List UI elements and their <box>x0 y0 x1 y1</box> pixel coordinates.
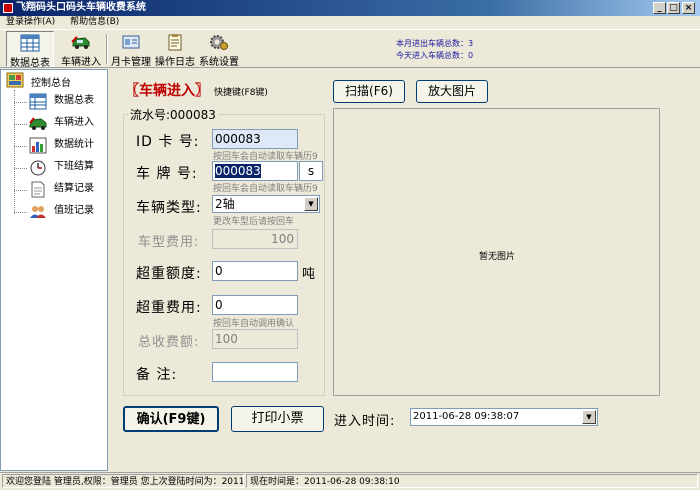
toolbar-separator <box>106 34 108 64</box>
overweight-input[interactable]: 0 <box>212 261 298 281</box>
sidebar-root[interactable]: 控制总台 <box>3 71 107 91</box>
serial-number: 流水号:000083 <box>128 106 218 123</box>
plate-value: 000083 <box>215 164 261 178</box>
sidebar-item-label: 数据统计 <box>54 139 94 150</box>
no-image-text: 暂无图片 <box>479 252 516 262</box>
toolbar-vehicle-enter-button[interactable]: 车辆进入 <box>58 31 104 68</box>
maximize-button[interactable]: □ <box>667 2 680 14</box>
sidebar-item-duty-records[interactable]: 值班记录 <box>1 201 107 223</box>
status-bar: 欢迎您登陆 管理员,权限：管理员 您上次登陆时间为：2011-06-28 现在时… <box>0 472 700 488</box>
vehicle-type-select[interactable]: 2轴 ▼ <box>212 195 320 213</box>
chevron-down-icon[interactable]: ▼ <box>304 197 318 211</box>
overweight-fee-input[interactable]: 0 <box>212 295 298 315</box>
clock-icon <box>30 160 46 176</box>
toolbar-label: 车辆进入 <box>61 57 101 68</box>
overweight-fee-label: 超重费用: <box>136 300 202 316</box>
month-vehicle-count: 本月进出车辆总数：3 <box>396 39 474 48</box>
plate-input[interactable]: 000083 <box>212 161 298 181</box>
close-button[interactable]: × <box>682 2 695 14</box>
toolbar-label: 数据总表 <box>10 58 50 69</box>
type-fee-input: 100 <box>212 229 298 249</box>
total-fee-input: 100 <box>212 329 298 349</box>
sidebar: 控制总台 数据总表 车辆进入 数据统计 下班结算 结算记录 值班记录 <box>0 69 108 471</box>
total-fee-label: 总收费额: <box>138 335 200 350</box>
toolbar-label: 系统设置 <box>199 57 239 68</box>
toolbar: 数据总表 车辆进入 月卡管理 操作日志 系统设置 本月进出车辆总数：3 今天进入… <box>0 29 700 69</box>
page-heading: 〖车辆进入〗 <box>125 83 209 99</box>
toolbar-monthly-card-button[interactable]: 月卡管理 <box>110 31 152 68</box>
id-card-label: ID 卡 号: <box>136 134 200 150</box>
sidebar-item-label: 值班记录 <box>54 205 94 216</box>
sidebar-item-label: 车辆进入 <box>54 117 94 128</box>
sidebar-item-data-table[interactable]: 数据总表 <box>1 91 107 113</box>
serial-value: 000083 <box>170 108 216 122</box>
plate-lookup-button[interactable]: s <box>299 161 323 181</box>
menu-bar: 登录操作(A) 帮助信息(B) <box>0 16 700 29</box>
entry-time-picker[interactable]: 2011-06-28 09:38:07 ▼ <box>410 408 598 426</box>
login-status: 欢迎您登陆 管理员,权限：管理员 您上次登陆时间为：2011-06-28 <box>2 474 244 488</box>
vehicle-type-hint: 更改车型后请按回车 <box>213 217 295 227</box>
sidebar-item-settlement-records[interactable]: 结算记录 <box>1 179 107 201</box>
toolbar-label: 月卡管理 <box>111 57 151 68</box>
type-fee-label: 车型费用: <box>138 235 200 250</box>
note-input[interactable] <box>212 362 298 382</box>
toolbar-label: 操作日志 <box>155 57 195 68</box>
shortcut-hint: 快捷键(F8键) <box>214 88 268 98</box>
chevron-down-icon[interactable]: ▼ <box>582 410 596 424</box>
sidebar-item-label: 数据总表 <box>54 95 94 106</box>
entry-time-value: 2011-06-28 09:38:07 <box>413 411 520 422</box>
gear-icon <box>210 35 228 50</box>
toolbar-operation-log-button[interactable]: 操作日志 <box>154 31 196 68</box>
overweight-label: 超重额度: <box>136 266 202 282</box>
document-icon <box>31 181 45 198</box>
vehicle-type-label: 车辆类型: <box>136 200 202 216</box>
vehicle-type-value: 2轴 <box>215 197 235 211</box>
serial-label: 流水号: <box>130 108 171 122</box>
sidebar-item-vehicle-enter[interactable]: 车辆进入 <box>1 113 107 135</box>
scan-button[interactable]: 扫描(F6) <box>333 80 405 103</box>
sidebar-item-label: 结算记录 <box>54 183 94 194</box>
plate-hint: 按回车会自动读取车辆历9 <box>213 184 318 194</box>
sidebar-item-statistics[interactable]: 数据统计 <box>1 135 107 157</box>
table-icon <box>29 93 47 110</box>
toolbar-data-table-button[interactable]: 数据总表 <box>6 31 54 69</box>
menu-help[interactable]: 帮助信息(B) <box>70 17 119 27</box>
note-label: 备 注: <box>136 367 178 383</box>
id-card-input[interactable]: 000083 <box>212 129 298 149</box>
overweight-fee-hint: 按回车自动调用确认 <box>213 319 295 329</box>
sidebar-item-label: 下班结算 <box>54 161 94 172</box>
title-bar[interactable]: 飞翔码头口码头车辆收费系统 _ □ × <box>0 0 700 16</box>
current-time: 现在时间是：2011-06-28 09:38:10 <box>246 474 698 488</box>
car-icon <box>71 36 90 49</box>
zoom-image-button[interactable]: 放大图片 <box>416 80 488 103</box>
plate-label: 车 牌 号: <box>136 166 198 182</box>
chart-icon <box>29 137 47 154</box>
sidebar-root-label: 控制总台 <box>31 78 71 89</box>
car-icon <box>29 117 47 130</box>
sidebar-item-shift-settlement[interactable]: 下班结算 <box>1 157 107 179</box>
confirm-button[interactable]: 确认(F9键) <box>123 406 219 432</box>
vehicle-image-panel: 暂无图片 <box>333 108 660 396</box>
menu-login[interactable]: 登录操作(A) <box>6 17 55 27</box>
minimize-button[interactable]: _ <box>653 2 666 14</box>
window-title: 飞翔码头口码头车辆收费系统 <box>16 2 146 13</box>
users-icon <box>30 206 46 218</box>
control-panel-icon <box>6 72 24 88</box>
clipboard-icon <box>168 34 182 51</box>
card-icon <box>122 35 140 49</box>
today-vehicle-count: 今天进入车辆总数：0 <box>396 51 474 60</box>
toolbar-settings-button[interactable]: 系统设置 <box>198 31 240 68</box>
print-receipt-button[interactable]: 打印小票 <box>231 406 324 432</box>
overweight-unit: 吨 <box>302 267 317 282</box>
entry-time-label: 进入时间: <box>334 414 396 429</box>
app-icon <box>3 3 13 13</box>
table-icon <box>20 34 40 52</box>
